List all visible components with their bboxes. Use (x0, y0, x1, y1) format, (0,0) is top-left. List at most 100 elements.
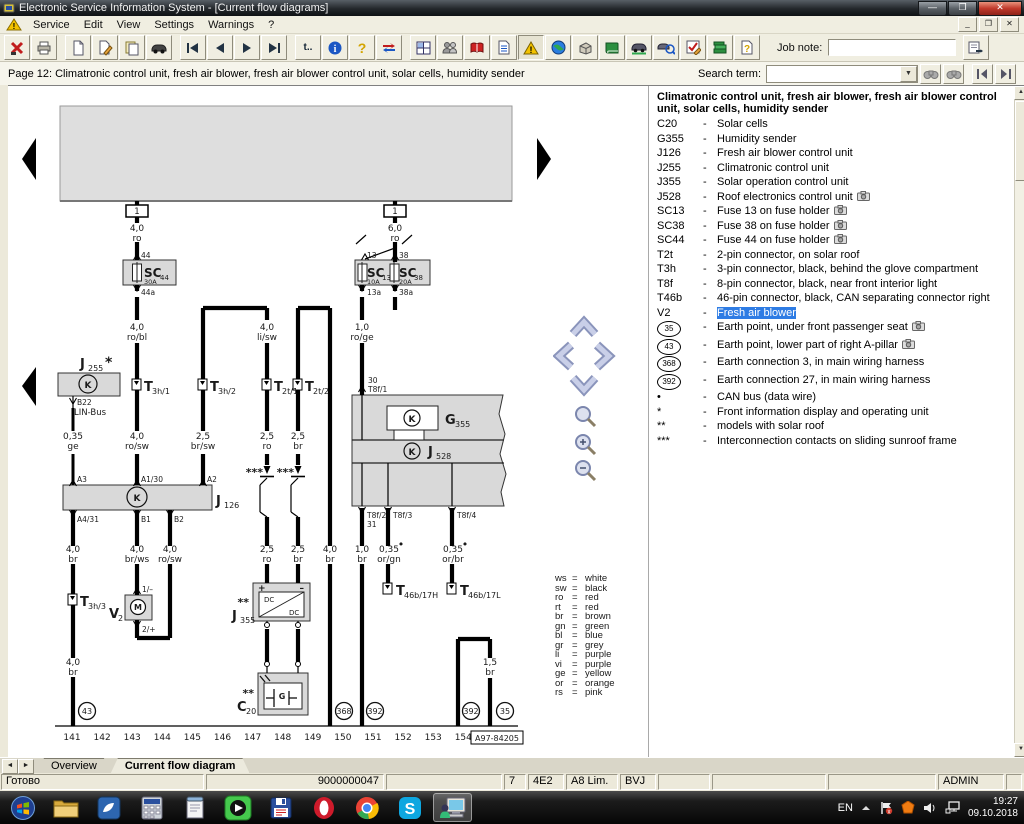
taskbar-calculator[interactable] (132, 793, 171, 822)
zoom-in-icon[interactable] (576, 435, 595, 454)
menu-[interactable]: ? (261, 18, 281, 32)
taskbar-openoffice[interactable] (89, 793, 128, 822)
camera-icon[interactable] (834, 234, 847, 244)
legend-entry[interactable]: *-Front information display and operatin… (657, 406, 1012, 419)
taskbar-elsa-viewer[interactable] (433, 793, 472, 822)
vehicle-button[interactable] (146, 35, 172, 60)
legend-entry[interactable]: 392-Earth connection 27, in main wiring … (657, 374, 1012, 390)
web-button[interactable] (545, 35, 571, 60)
pan-up-button[interactable] (573, 322, 595, 334)
legend-entry[interactable]: J126-Fresh air blower control unit (657, 147, 1012, 160)
zoom-reset-icon[interactable] (576, 407, 595, 426)
legend-entry[interactable]: SC38-Fuse 38 on fuse holder (657, 220, 1012, 233)
clock[interactable]: 19:27 09.10.2018 (968, 796, 1018, 820)
workshop-book-button[interactable] (599, 35, 625, 60)
tray-expand-icon[interactable] (861, 804, 871, 812)
text-mode-button[interactable]: t.. (295, 35, 321, 60)
help-button[interactable]: ? (349, 35, 375, 60)
edit-document-button[interactable] (92, 35, 118, 60)
jump-forward-button[interactable] (995, 64, 1016, 84)
legend-entry[interactable]: J528-Roof electronics control unit (657, 191, 1012, 204)
legend-entry[interactable]: V2-Fresh air blower (657, 307, 1012, 320)
legend-entry[interactable]: ***-Interconnection contacts on sliding … (657, 435, 1012, 448)
last-page-button[interactable] (261, 35, 287, 60)
taskbar-opera[interactable] (304, 793, 343, 822)
library-button[interactable] (707, 35, 733, 60)
tab-scroll-right-button[interactable]: ► (18, 759, 34, 774)
window-grid-button[interactable] (410, 35, 436, 60)
legend-entry[interactable]: SC44-Fuse 44 on fuse holder (657, 234, 1012, 247)
language-indicator[interactable]: EN (838, 802, 853, 814)
taskbar-notepad[interactable] (175, 793, 214, 822)
tab-scroll-left-button[interactable]: ◄ (2, 759, 18, 774)
tab-current-flow-diagram[interactable]: Current flow diagram (111, 758, 250, 773)
legend-entry[interactable]: T2t-2-pin connector, on solar roof (657, 249, 1012, 262)
legend-entry[interactable]: T8f-8-pin connector, black, near front i… (657, 278, 1012, 291)
first-page-button[interactable] (180, 35, 206, 60)
legend-entry[interactable]: T46b-46-pin connector, black, CAN separa… (657, 292, 1012, 305)
print-button[interactable] (31, 35, 57, 60)
pan-down-button[interactable] (573, 378, 595, 390)
users-button[interactable] (437, 35, 463, 60)
mdi-close-button[interactable]: ✕ (1000, 17, 1019, 32)
legend-entry[interactable]: J255-Climatronic control unit (657, 162, 1012, 175)
job-note-button[interactable] (963, 35, 989, 60)
find-button[interactable] (920, 64, 941, 84)
menu-view[interactable]: View (110, 18, 148, 32)
search-term-combobox[interactable]: ▼ (766, 65, 918, 83)
exit-button[interactable] (4, 35, 30, 60)
checklist-button[interactable] (680, 35, 706, 60)
vehicle-data-button[interactable] (626, 35, 652, 60)
legend-entry[interactable]: C20-Solar cells (657, 118, 1012, 131)
pan-left-button[interactable] (559, 345, 571, 367)
warnings-button[interactable]: ! (518, 35, 544, 60)
taskbar-backup[interactable] (261, 793, 300, 822)
legend-entry[interactable]: 43-Earth point, lower part of right A-pi… (657, 339, 1012, 355)
menu-warnings[interactable]: Warnings (201, 18, 261, 32)
diagram-canvas[interactable]: 4336839239235141142143144145146147148149… (8, 86, 648, 757)
manual-button[interactable] (464, 35, 490, 60)
mdi-restore-button[interactable]: ❐ (979, 17, 998, 32)
zoom-out-icon[interactable] (576, 461, 595, 480)
menu-settings[interactable]: Settings (147, 18, 201, 32)
camera-icon[interactable] (912, 321, 925, 331)
document-list-button[interactable] (491, 35, 517, 60)
legend-entry[interactable]: T3h-3-pin connector, black, behind the g… (657, 263, 1012, 276)
minimize-button[interactable]: — (918, 1, 947, 16)
scroll-down-icon[interactable]: ▼ (1014, 743, 1024, 757)
antivirus-icon[interactable] (901, 801, 915, 815)
legend-entry[interactable]: •-CAN bus (data wire) (657, 391, 1012, 404)
camera-icon[interactable] (857, 191, 870, 201)
legend-entry[interactable]: SC13-Fuse 13 on fuse holder (657, 205, 1012, 218)
taskbar-explorer[interactable] (46, 793, 85, 822)
prev-page-button[interactable] (207, 35, 233, 60)
legend-entry[interactable]: 368-Earth connection 3, in main wiring h… (657, 356, 1012, 372)
faq-button[interactable]: ? (734, 35, 760, 60)
legend-entry[interactable]: J355-Solar operation control unit (657, 176, 1012, 189)
copy-document-button[interactable] (119, 35, 145, 60)
new-document-button[interactable] (65, 35, 91, 60)
restore-button[interactable]: ❐ (948, 1, 977, 16)
taskbar-chrome[interactable] (347, 793, 386, 822)
camera-icon[interactable] (834, 205, 847, 215)
taskbar-elsa[interactable] (218, 793, 257, 822)
jump-back-button[interactable] (972, 64, 993, 84)
legend-entry[interactable]: **-models with solar roof (657, 420, 1012, 433)
volume-icon[interactable] (923, 802, 937, 814)
compare-button[interactable] (376, 35, 402, 60)
job-note-input[interactable] (828, 39, 956, 56)
menu-service[interactable]: Service (26, 18, 77, 32)
camera-icon[interactable] (834, 220, 847, 230)
archive-button[interactable] (572, 35, 598, 60)
legend-entry[interactable]: 35-Earth point, under front passenger se… (657, 321, 1012, 337)
scroll-thumb[interactable] (1015, 101, 1024, 181)
combo-dropdown-icon[interactable]: ▼ (900, 66, 917, 82)
find-next-button[interactable] (943, 64, 964, 84)
info-button[interactable]: i (322, 35, 348, 60)
mdi-minimize-button[interactable]: _ (958, 17, 977, 32)
legend-entry[interactable]: G355-Humidity sender (657, 133, 1012, 146)
taskbar-skype[interactable]: S (390, 793, 429, 822)
pan-right-button[interactable] (597, 345, 609, 367)
camera-icon[interactable] (902, 339, 915, 349)
legend-scrollbar[interactable]: ▲ ▼ (1014, 86, 1024, 757)
